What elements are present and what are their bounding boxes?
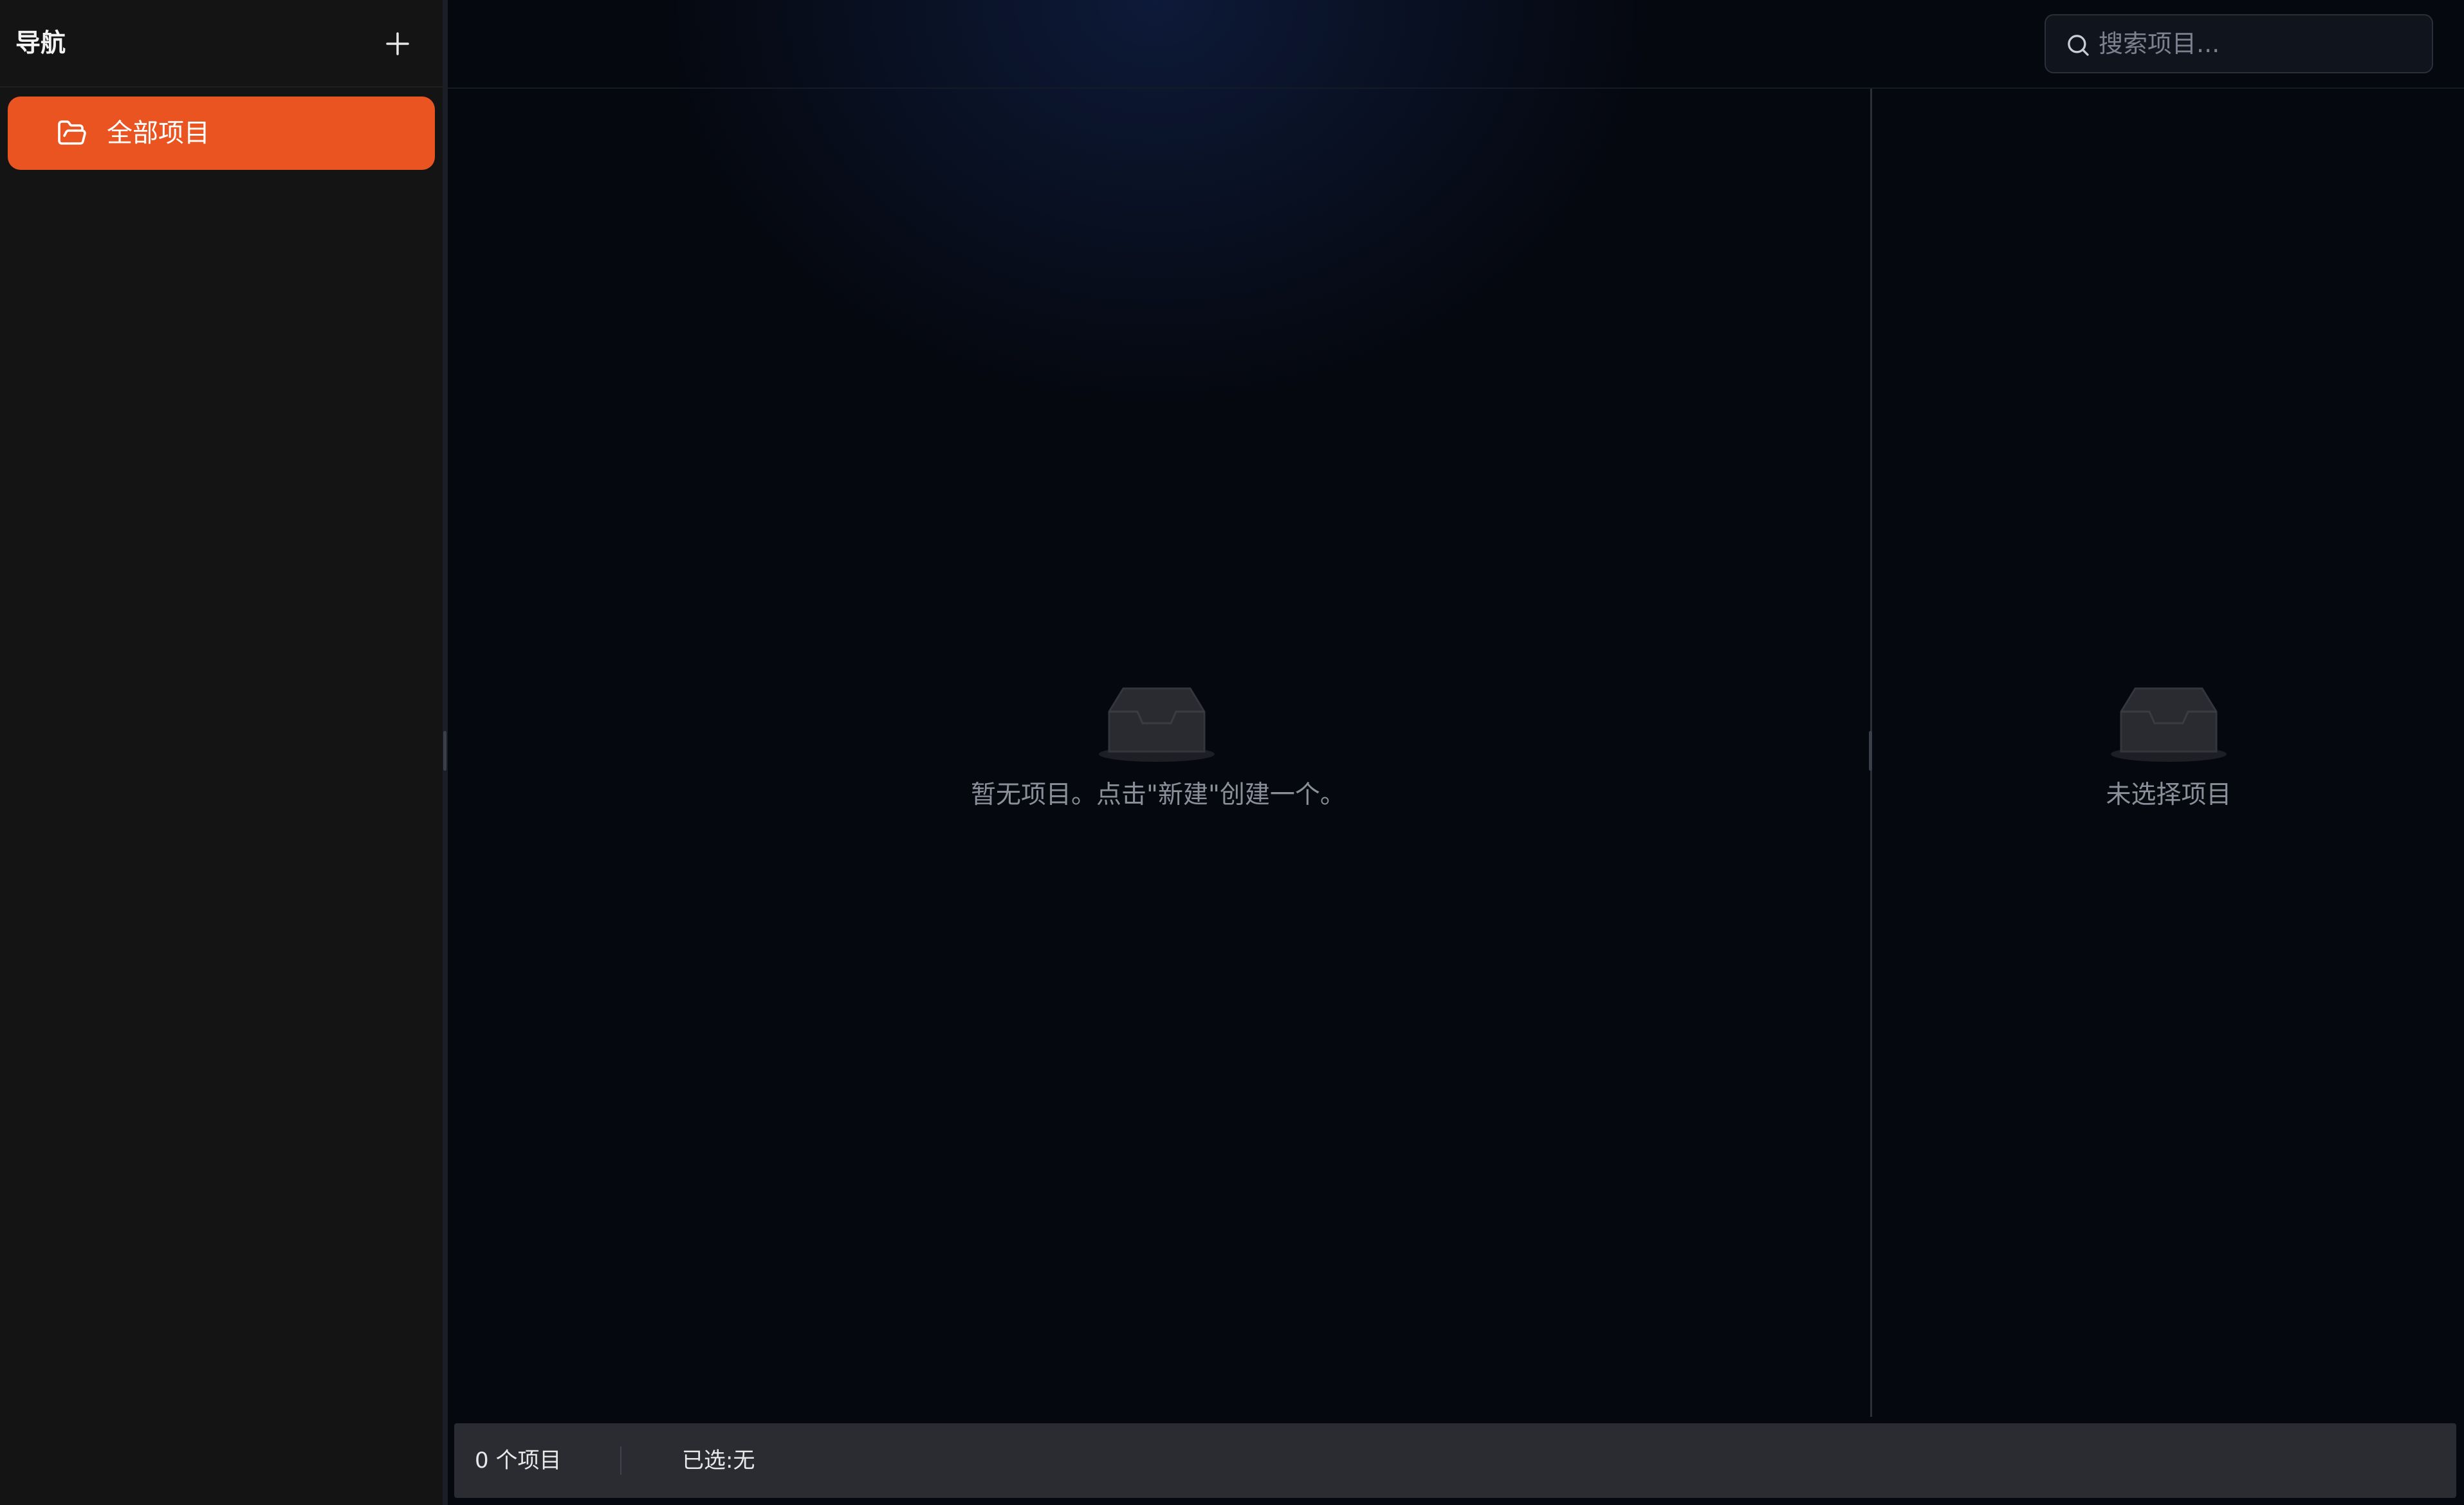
- search-input[interactable]: [2099, 24, 2420, 63]
- inbox-icon: [2111, 687, 2227, 762]
- app-window: 导航 全部项目 搜索项目... 暂无项目。点击"新建"创建一个。 未选择项目 0…: [0, 0, 2464, 1505]
- sidebar-resize-handle[interactable]: [443, 0, 448, 1505]
- inbox-icon: [1099, 687, 1215, 762]
- project-detail-panel: 未选择项目: [1873, 89, 2464, 1417]
- empty-detail-message: 未选择项目: [2106, 780, 2232, 809]
- sidebar-header: 导航: [0, 0, 443, 88]
- project-list-panel: 暂无项目。点击"新建"创建一个。: [448, 89, 1868, 1417]
- detail-resize-handle[interactable]: [1868, 89, 1873, 1417]
- item-count: 0 个项目: [475, 1448, 562, 1473]
- empty-list-message: 暂无项目。点击"新建"创建一个。: [971, 780, 1345, 809]
- status-divider: [620, 1446, 621, 1475]
- sidebar-item-label: 全部项目: [107, 118, 210, 148]
- selection-status: 已选:无: [682, 1448, 755, 1473]
- resize-grip: [1869, 731, 1872, 771]
- add-button[interactable]: [376, 23, 419, 64]
- sidebar-title: 导航: [15, 29, 66, 58]
- status-bar: 0 个项目 已选:无: [454, 1423, 2456, 1498]
- sidebar-item-all-projects[interactable]: 全部项目: [8, 97, 435, 170]
- search-box[interactable]: [2045, 14, 2433, 73]
- plus-icon: [386, 32, 409, 55]
- top-bar: [448, 0, 2464, 89]
- folder-open-icon: [58, 120, 86, 145]
- sidebar: 导航 全部项目: [0, 0, 443, 1505]
- search-icon: [2068, 35, 2089, 56]
- resize-grip: [443, 731, 446, 771]
- main-area: 暂无项目。点击"新建"创建一个。 未选择项目: [448, 0, 2464, 1505]
